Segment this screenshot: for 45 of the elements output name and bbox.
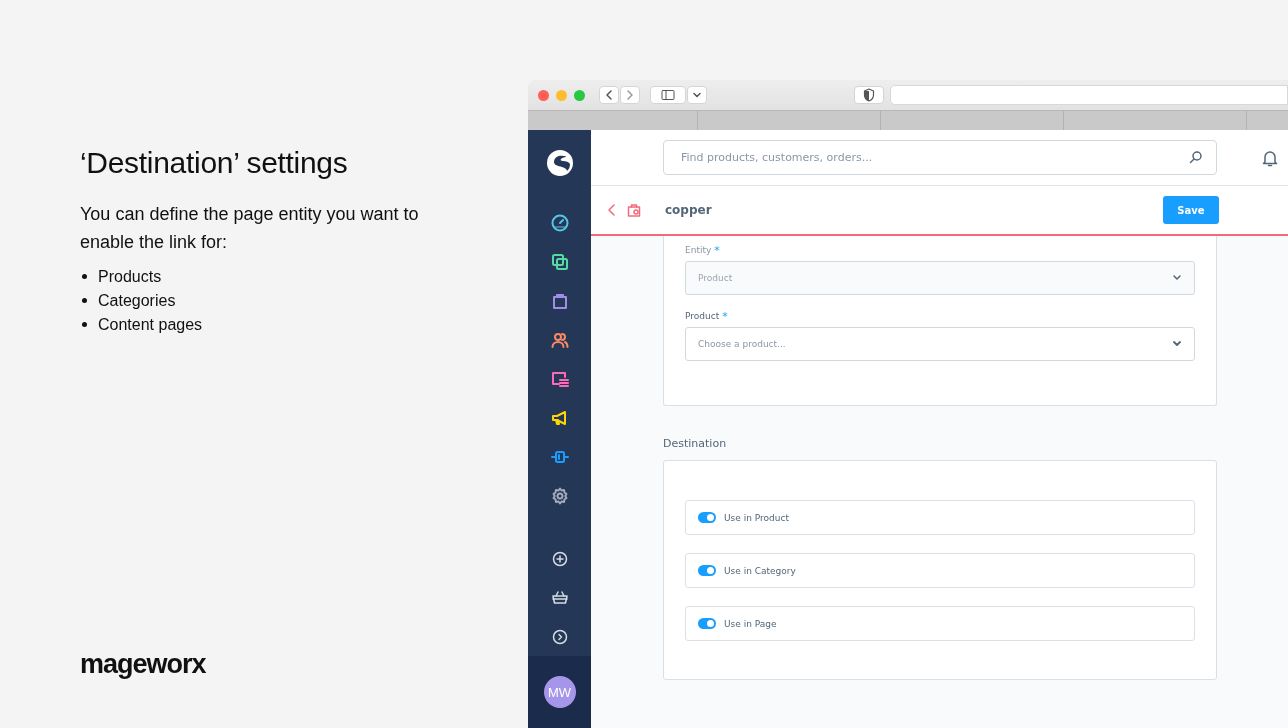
field-label: Product <box>685 311 720 322</box>
chevron-down-icon <box>1172 340 1182 348</box>
bullet-icon <box>82 298 87 303</box>
chevron-down-icon <box>693 92 701 98</box>
required-mark: * <box>714 245 720 256</box>
section-title: Destination <box>663 437 728 450</box>
back-button[interactable] <box>599 86 619 104</box>
toggle-label: Use in Product <box>724 512 789 523</box>
privacy-button[interactable] <box>854 86 884 104</box>
window-control-icon[interactable] <box>538 89 549 101</box>
back-icon <box>604 89 614 101</box>
save-button[interactable]: Save <box>1163 196 1219 224</box>
toggle-switch[interactable] <box>698 565 716 576</box>
brand-logo: mageworx <box>80 649 206 680</box>
bullet-icon <box>82 322 87 327</box>
toggle-switch[interactable] <box>698 512 716 523</box>
bell-icon[interactable] <box>1261 148 1279 167</box>
list-icon[interactable] <box>549 369 570 389</box>
chevron-down-icon <box>1172 274 1182 282</box>
dropdown-button[interactable] <box>687 86 707 104</box>
toggle-switch[interactable] <box>698 618 716 629</box>
sidebar-button[interactable] <box>650 86 686 104</box>
gauge-icon[interactable] <box>549 213 570 233</box>
required-mark: * <box>722 311 728 322</box>
bullet-icon <box>82 274 87 279</box>
bullet-text: Categories <box>98 291 176 311</box>
user-avatar[interactable]: MW <box>543 676 576 708</box>
intro-text: You can define the page entity you want to enable the link for: <box>80 203 420 254</box>
search-icon[interactable] <box>1189 150 1203 164</box>
forward-icon <box>625 89 635 101</box>
sidebar-icon <box>661 89 675 101</box>
toggle-label: Use in Page <box>724 618 777 629</box>
bullet-text: Content pages <box>98 315 203 335</box>
squares-icon[interactable] <box>549 252 570 272</box>
shield-icon <box>863 88 875 102</box>
field-label: Entity <box>685 245 712 256</box>
shop-logo-icon <box>545 149 574 177</box>
users-icon[interactable] <box>549 330 570 350</box>
search-field[interactable]: Find products, customers, orders... <box>663 140 1217 175</box>
bullet-text: Products <box>98 267 162 287</box>
back-icon[interactable] <box>607 203 617 217</box>
page-title: copper <box>665 203 713 217</box>
toggle-label: Use in Category <box>724 565 796 576</box>
product-select[interactable]: Choose a product... <box>685 327 1195 361</box>
slide-title: ‘Destination’ settings <box>80 146 349 180</box>
